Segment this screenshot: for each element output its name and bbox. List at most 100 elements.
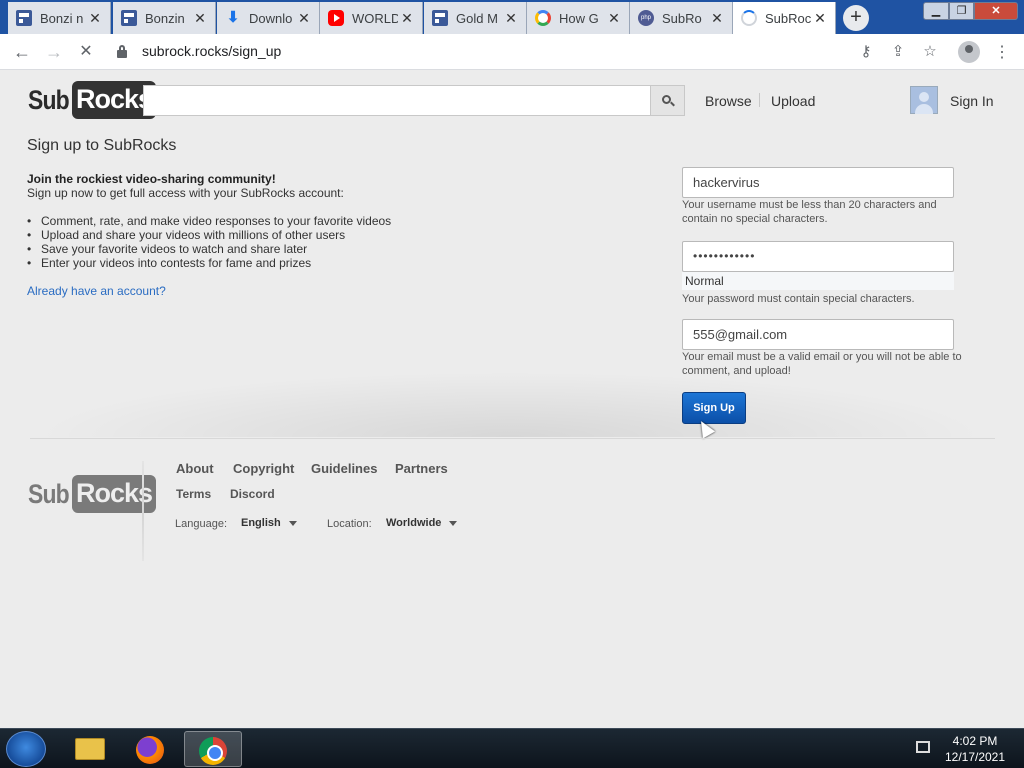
search-input[interactable]: [143, 85, 651, 116]
browse-link[interactable]: Browse: [705, 93, 752, 109]
clock-time: 4:02 PM: [952, 734, 998, 748]
new-tab-button[interactable]: +: [843, 5, 869, 31]
email-field[interactable]: 555@gmail.com: [682, 319, 954, 350]
browser-tab[interactable]: Bonzi n ✕: [8, 2, 111, 34]
intro-heading: Join the rockiest video-sharing communit…: [27, 172, 276, 186]
chrome-taskbar-button[interactable]: [184, 731, 242, 767]
site-icon: [121, 10, 137, 26]
language-label: Language:: [175, 518, 227, 530]
menu-dots-icon[interactable]: ⋮: [994, 42, 1010, 62]
close-tab-icon[interactable]: ✕: [398, 10, 416, 27]
network-icon[interactable]: [916, 741, 930, 753]
tab-title: Bonzin: [145, 10, 185, 26]
close-tab-icon[interactable]: ✕: [605, 10, 623, 27]
clock-date: 12/17/2021: [944, 750, 1006, 764]
site-icon: [16, 10, 32, 26]
username-hint: Your username must be less than 20 chara…: [682, 199, 937, 225]
profile-icon[interactable]: [958, 41, 980, 63]
intro-text: Sign up now to get full access with your…: [27, 186, 344, 200]
close-tab-icon[interactable]: ✕: [708, 10, 726, 27]
sign-in-link[interactable]: Sign In: [950, 93, 994, 109]
close-tab-icon[interactable]: ✕: [502, 10, 520, 27]
browser-tab[interactable]: How G ✕: [527, 2, 630, 34]
firefox-taskbar-button[interactable]: [122, 731, 180, 767]
footer-link-copyright[interactable]: Copyright: [233, 461, 294, 476]
caret-down-icon: [288, 520, 297, 526]
minimize-button[interactable]: ▁: [923, 2, 949, 20]
browser-tab[interactable]: Bonzin ✕: [113, 2, 216, 34]
browser-tab-active[interactable]: SubRoc ✕: [733, 2, 836, 34]
download-icon: ⬇: [226, 9, 240, 26]
browser-toolbar: ← → ✕ subrock.rocks/sign_up ⚷ ⇪ ☆ ⋮: [0, 34, 1024, 70]
firefox-icon: [136, 736, 164, 764]
location-label: Location:: [327, 518, 372, 530]
search-button[interactable]: [650, 85, 685, 116]
tab-title: Gold M: [456, 10, 498, 26]
logo-sub: Sub: [28, 84, 70, 115]
tab-title: SubRo: [662, 10, 702, 26]
already-have-account-link[interactable]: Already have an account?: [27, 284, 166, 298]
location-select[interactable]: Worldwide: [386, 517, 458, 529]
list-item: Upload and share your videos with millio…: [27, 228, 391, 242]
user-avatar-icon[interactable]: [910, 86, 938, 114]
page-title: Sign up to SubRocks: [27, 137, 177, 154]
logo-sub: Sub: [28, 478, 70, 509]
benefits-list: Comment, rate, and make video responses …: [27, 214, 391, 270]
browser-tab[interactable]: php SubRo ✕: [630, 2, 733, 34]
password-hint: Your password must contain special chara…: [682, 293, 915, 305]
page: Sub Rocks Browse Upload Sign In Sign up …: [0, 71, 1024, 728]
location-value: Worldwide: [386, 517, 442, 529]
language-select[interactable]: English: [241, 517, 297, 529]
stop-loading-icon[interactable]: ✕: [74, 41, 98, 63]
footer-link-about[interactable]: About: [176, 461, 214, 476]
google-icon: [535, 10, 551, 26]
browser-tab[interactable]: ⬇ Downlo ✕: [217, 2, 320, 34]
subrocks-logo[interactable]: Sub Rocks: [28, 81, 157, 119]
tab-title: How G: [559, 10, 599, 26]
site-icon: [432, 10, 448, 26]
password-strength-indicator: Normal: [682, 272, 954, 290]
system-clock[interactable]: 4:02 PM 12/17/2021: [940, 733, 1010, 765]
lock-icon[interactable]: [117, 45, 127, 58]
loading-spinner-icon: [741, 10, 757, 26]
footer-link-discord[interactable]: Discord: [230, 487, 275, 501]
close-window-button[interactable]: ✕: [974, 2, 1018, 20]
youtube-icon: [328, 10, 344, 26]
folder-icon: [75, 738, 105, 760]
tab-title: SubRoc: [765, 10, 811, 26]
footer-divider: [30, 438, 995, 439]
tab-title: Bonzi n: [40, 10, 84, 26]
password-field[interactable]: ••••••••••••: [682, 241, 954, 272]
browser-tab[interactable]: WORLD ✕: [320, 2, 423, 34]
list-item: Save your favorite videos to watch and s…: [27, 242, 391, 256]
close-tab-icon[interactable]: ✕: [811, 10, 829, 27]
section-shadow: [30, 371, 990, 437]
start-button[interactable]: [6, 731, 46, 767]
footer-link-guidelines[interactable]: Guidelines: [311, 461, 377, 476]
upload-link[interactable]: Upload: [771, 93, 815, 109]
close-tab-icon[interactable]: ✕: [86, 10, 104, 27]
browser-tab[interactable]: Gold M ✕: [424, 2, 527, 34]
share-icon[interactable]: ⇪: [888, 42, 908, 62]
tab-title: WORLD: [352, 10, 398, 26]
footer-separator: [142, 461, 144, 561]
star-icon[interactable]: ☆: [920, 42, 940, 62]
maximize-button[interactable]: ❐: [949, 2, 974, 20]
footer-link-partners[interactable]: Partners: [395, 461, 448, 476]
browser-tab-bar: Bonzi n ✕ Bonzin ✕ ⬇ Downlo ✕ WORLD ✕ Go…: [0, 0, 1024, 34]
address-bar[interactable]: subrock.rocks/sign_up: [142, 43, 281, 59]
php-icon: php: [638, 10, 654, 26]
list-item: Comment, rate, and make video responses …: [27, 214, 391, 228]
close-tab-icon[interactable]: ✕: [191, 10, 209, 27]
back-arrow-icon[interactable]: ←: [10, 41, 34, 63]
taskbar: 4:02 PM 12/17/2021: [0, 728, 1024, 768]
footer-logo[interactable]: Sub Rocks: [28, 475, 157, 513]
nav-separator: [759, 93, 760, 107]
key-icon[interactable]: ⚷: [856, 42, 876, 62]
close-tab-icon[interactable]: ✕: [295, 10, 313, 27]
footer-link-terms[interactable]: Terms: [176, 487, 211, 501]
sign-up-button[interactable]: Sign Up: [682, 392, 746, 424]
username-field[interactable]: hackervirus: [682, 167, 954, 198]
file-explorer-taskbar-button[interactable]: [60, 731, 118, 767]
forward-arrow-icon[interactable]: →: [42, 41, 66, 63]
